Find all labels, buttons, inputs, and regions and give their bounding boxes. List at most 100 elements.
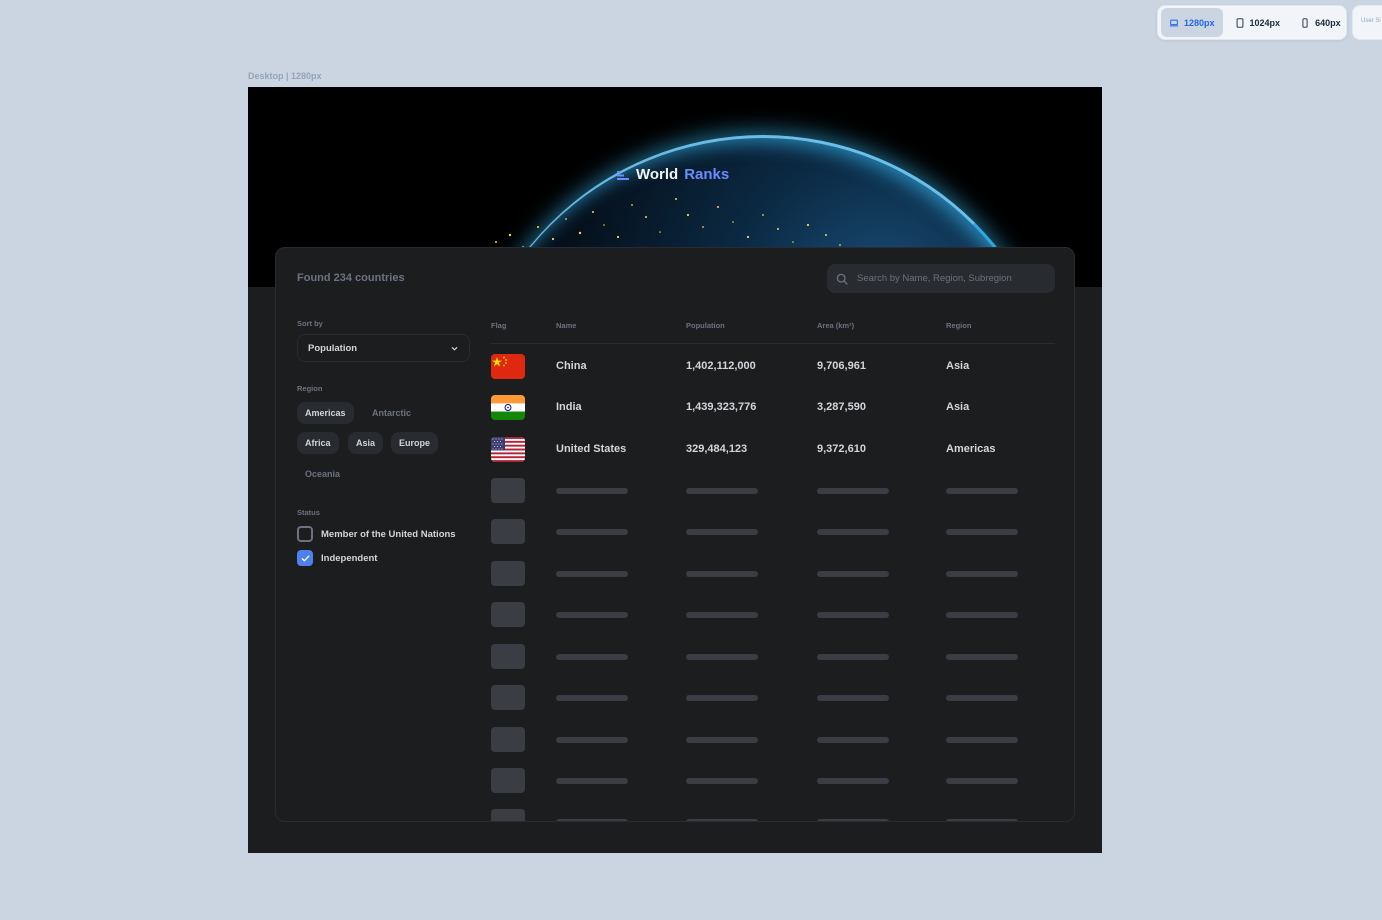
skeleton-flag [491, 685, 525, 710]
search-input[interactable] [857, 273, 1047, 284]
region-chip-africa[interactable]: Africa [297, 432, 339, 454]
country-area: 3,287,590 [817, 401, 866, 413]
search-box[interactable] [827, 264, 1055, 293]
country-region: Asia [946, 401, 970, 413]
region-chip-americas[interactable]: Americas [297, 402, 354, 424]
table-row[interactable]: India 1,439,323,776 3,287,590 Asia [491, 395, 1055, 431]
skeleton-bar [946, 695, 1018, 701]
column-header-region: Region [946, 321, 972, 330]
sort-label: Sort by [297, 319, 323, 328]
skeleton-flag [491, 768, 525, 793]
skeleton-bar [946, 819, 1018, 821]
skeleton-bar [946, 654, 1018, 660]
country-name: China [556, 360, 587, 372]
independent-label: Independent [321, 552, 378, 564]
skeleton-bar [556, 737, 628, 743]
china-flag-icon [491, 354, 525, 379]
region-chip-oceania[interactable]: Oceania [297, 463, 348, 485]
region-chip-asia[interactable]: Asia [348, 432, 384, 454]
skeleton-bar [946, 571, 1018, 577]
device-desktop-label: 1280px [1184, 17, 1215, 28]
logo-text-ranks: Ranks [684, 166, 730, 183]
device-phone-button[interactable]: 640px [1292, 8, 1349, 37]
skeleton-bar [817, 778, 889, 784]
country-area: 9,706,961 [817, 360, 866, 372]
skeleton-flag [491, 727, 525, 752]
skeleton-bar [556, 529, 628, 535]
table-row[interactable]: United States 329,484,123 9,372,610 Amer… [491, 437, 1055, 473]
skeleton-bar [686, 778, 758, 784]
country-population: 1,402,112,000 [686, 360, 756, 372]
skeleton-bar [817, 819, 889, 821]
region-chip-europe[interactable]: Europe [391, 432, 439, 454]
ranks-logo-icon [617, 170, 629, 180]
skeleton-bar [556, 819, 628, 821]
india-flag-icon [491, 395, 525, 420]
table-row[interactable]: China 1,402,112,000 9,706,961 Asia [491, 354, 1055, 390]
chevron-down-icon [451, 346, 458, 350]
device-desktop-button[interactable]: 1280px [1161, 8, 1223, 37]
skeleton-bar [817, 737, 889, 743]
country-population: 1,439,323,776 [686, 401, 757, 413]
device-tablet-button[interactable]: 1024px [1227, 8, 1289, 37]
skeleton-bar [817, 695, 889, 701]
column-header-flag: Flag [491, 321, 507, 330]
skeleton-bar [686, 819, 758, 821]
phone-icon [1302, 17, 1308, 28]
logo-text-world: World [636, 166, 679, 183]
tablet-icon [1236, 17, 1243, 28]
region-label: Region [297, 384, 323, 393]
country-region: Asia [946, 360, 970, 372]
device-tablet-label: 1024px [1249, 17, 1281, 28]
independent-checkbox[interactable] [297, 550, 313, 566]
search-icon [836, 273, 848, 285]
column-header-name: Name [556, 321, 577, 330]
skeleton-row [491, 727, 1055, 757]
country-name: United States [556, 443, 627, 455]
skeleton-row [491, 519, 1055, 549]
skeleton-row [491, 478, 1055, 508]
table-header-divider [491, 343, 1055, 344]
region-chip-antarctic[interactable]: Antarctic [364, 402, 419, 424]
skeleton-bar [686, 488, 758, 494]
skeleton-bar [946, 737, 1018, 743]
user-settings-stub[interactable]: User Si [1352, 5, 1382, 40]
status-independent[interactable]: Independent [297, 550, 377, 566]
status-un-member[interactable]: Member of the United Nations [297, 526, 456, 542]
usa-flag-icon [491, 437, 525, 462]
skeleton-row [491, 561, 1055, 591]
country-population: 329,484,123 [686, 443, 748, 455]
skeleton-bar [946, 612, 1018, 618]
status-label: Status [297, 508, 320, 517]
skeleton-flag [491, 519, 525, 544]
skeleton-bar [817, 488, 889, 494]
skeleton-bar [946, 488, 1018, 494]
un-member-checkbox[interactable] [297, 526, 313, 542]
skeleton-row [491, 602, 1055, 632]
sort-value: Population [308, 342, 358, 354]
skeleton-row [491, 644, 1055, 674]
skeleton-bar [817, 571, 889, 577]
column-header-population: Population [686, 321, 725, 330]
app-frame: World Ranks Found 234 countries Sort by … [248, 87, 1102, 853]
results-count: Found 234 countries [297, 272, 405, 284]
skeleton-flag [491, 644, 525, 669]
check-icon [301, 555, 309, 561]
skeleton-flag [491, 809, 525, 821]
countries-panel: Found 234 countries Sort by Population R… [275, 247, 1075, 822]
skeleton-bar [556, 571, 628, 577]
column-header-area: Area (km²) [817, 321, 855, 330]
skeleton-bar [686, 737, 758, 743]
skeleton-bar [686, 529, 758, 535]
skeleton-bar [556, 778, 628, 784]
country-name: India [556, 401, 582, 413]
skeleton-bar [556, 612, 628, 618]
skeleton-bar [556, 654, 628, 660]
skeleton-row [491, 809, 1055, 821]
skeleton-flag [491, 478, 525, 503]
sort-select[interactable]: Population [297, 334, 470, 362]
skeleton-row [491, 685, 1055, 715]
frame-label: Desktop | 1280px [248, 71, 322, 81]
skeleton-flag [491, 561, 525, 586]
laptop-icon [1169, 19, 1179, 26]
